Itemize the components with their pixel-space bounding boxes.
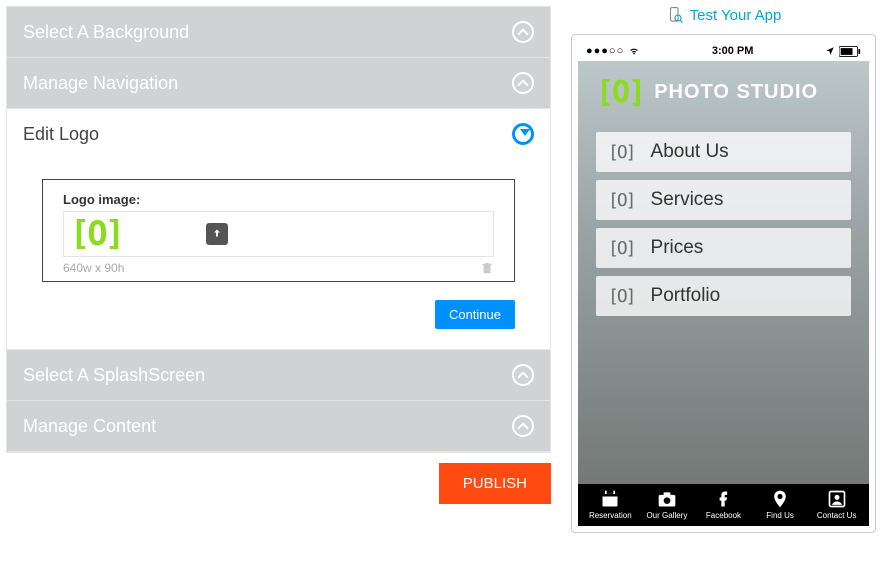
accordion-splash-header[interactable]: Select A SplashScreen xyxy=(7,350,550,400)
phone-preview-frame: ●●●○○ 3:00 PM [O] PHOTO STUDIO xyxy=(571,34,876,533)
upload-button[interactable] xyxy=(206,223,228,245)
menu-item-services[interactable]: [O] Services xyxy=(596,180,851,220)
continue-button[interactable]: Continue xyxy=(435,300,515,329)
trash-icon[interactable] xyxy=(480,261,494,275)
camera-icon xyxy=(656,489,678,509)
chevron-up-icon xyxy=(512,21,534,43)
accordion-content-title: Manage Content xyxy=(23,416,156,437)
battery-icon xyxy=(839,46,861,57)
phone-body: [O] PHOTO STUDIO [O] About Us [O] Servic… xyxy=(578,61,869,526)
phone-status-bar: ●●●○○ 3:00 PM xyxy=(578,41,869,61)
accordion-logo-title: Edit Logo xyxy=(23,124,99,145)
app-header: [O] PHOTO STUDIO xyxy=(578,61,869,124)
accordion-logo-header[interactable]: Edit Logo xyxy=(7,109,550,159)
chevron-up-icon xyxy=(512,364,534,386)
logo-image-label: Logo image: xyxy=(63,192,494,207)
phone-screen: ●●●○○ 3:00 PM [O] PHOTO STUDIO xyxy=(578,41,869,526)
nav-label: Contact Us xyxy=(817,511,857,520)
app-menu-list: [O] About Us [O] Services [O] Prices [ xyxy=(578,124,869,332)
menu-item-portfolio[interactable]: [O] Portfolio xyxy=(596,276,851,316)
menu-item-icon: [O] xyxy=(608,190,635,211)
menu-item-icon: [O] xyxy=(608,238,635,259)
menu-item-icon: [O] xyxy=(608,142,635,163)
phone-search-icon xyxy=(666,6,684,24)
facebook-icon xyxy=(712,489,734,509)
accordion-splash-title: Select A SplashScreen xyxy=(23,365,205,386)
settings-accordion: Select A Background Manage Navigation Ed… xyxy=(6,6,551,453)
accordion-logo-body: Logo image: [O] 640w x 90h xyxy=(7,159,550,349)
logo-upload-box: Logo image: [O] 640w x 90h xyxy=(42,179,515,282)
accordion-background-header[interactable]: Select A Background xyxy=(7,7,550,57)
accordion-background-title: Select A Background xyxy=(23,22,189,43)
menu-item-icon: [O] xyxy=(608,286,635,307)
menu-item-label: Portfolio xyxy=(651,285,721,307)
signal-icon: ●●●○○ xyxy=(586,45,624,57)
wifi-icon xyxy=(628,46,640,56)
logo-dimensions: 640w x 90h xyxy=(63,261,124,275)
upload-icon xyxy=(211,228,223,240)
menu-item-about[interactable]: [O] About Us xyxy=(596,132,851,172)
accordion-navigation-header[interactable]: Manage Navigation xyxy=(7,58,550,108)
menu-item-prices[interactable]: [O] Prices xyxy=(596,228,851,268)
nav-reservation[interactable]: Reservation xyxy=(582,489,639,520)
nav-label: Facebook xyxy=(706,511,741,520)
chevron-up-icon xyxy=(512,72,534,94)
phone-time: 3:00 PM xyxy=(712,45,754,57)
nav-label: Our Gallery xyxy=(646,511,687,520)
menu-item-label: About Us xyxy=(651,141,729,163)
chevron-up-icon xyxy=(512,415,534,437)
menu-item-label: Services xyxy=(651,189,724,211)
nav-gallery[interactable]: Our Gallery xyxy=(639,489,696,520)
app-logo-icon: [O] xyxy=(596,75,644,110)
logo-bracket-icon: [O] xyxy=(70,214,122,254)
nav-label: Find Us xyxy=(766,511,794,520)
menu-item-label: Prices xyxy=(651,237,704,259)
logo-input-row: [O] xyxy=(63,211,494,257)
nav-contact[interactable]: Contact Us xyxy=(808,489,865,520)
test-app-link[interactable]: Test Your App xyxy=(571,6,876,24)
logo-preview: [O] xyxy=(68,216,124,252)
pin-icon xyxy=(769,489,791,509)
test-app-label: Test Your App xyxy=(690,7,782,24)
calendar-icon xyxy=(599,489,621,509)
location-arrow-icon xyxy=(825,46,835,56)
chevron-down-icon xyxy=(512,123,534,145)
accordion-navigation-title: Manage Navigation xyxy=(23,73,178,94)
nav-facebook[interactable]: Facebook xyxy=(695,489,752,520)
nav-findus[interactable]: Find Us xyxy=(752,489,809,520)
bottom-nav: Reservation Our Gallery Facebook Fi xyxy=(578,484,869,526)
app-title: PHOTO STUDIO xyxy=(654,81,818,104)
publish-button[interactable]: PUBLISH xyxy=(439,463,551,504)
nav-label: Reservation xyxy=(589,511,632,520)
accordion-content-header[interactable]: Manage Content xyxy=(7,401,550,451)
contact-icon xyxy=(826,489,848,509)
